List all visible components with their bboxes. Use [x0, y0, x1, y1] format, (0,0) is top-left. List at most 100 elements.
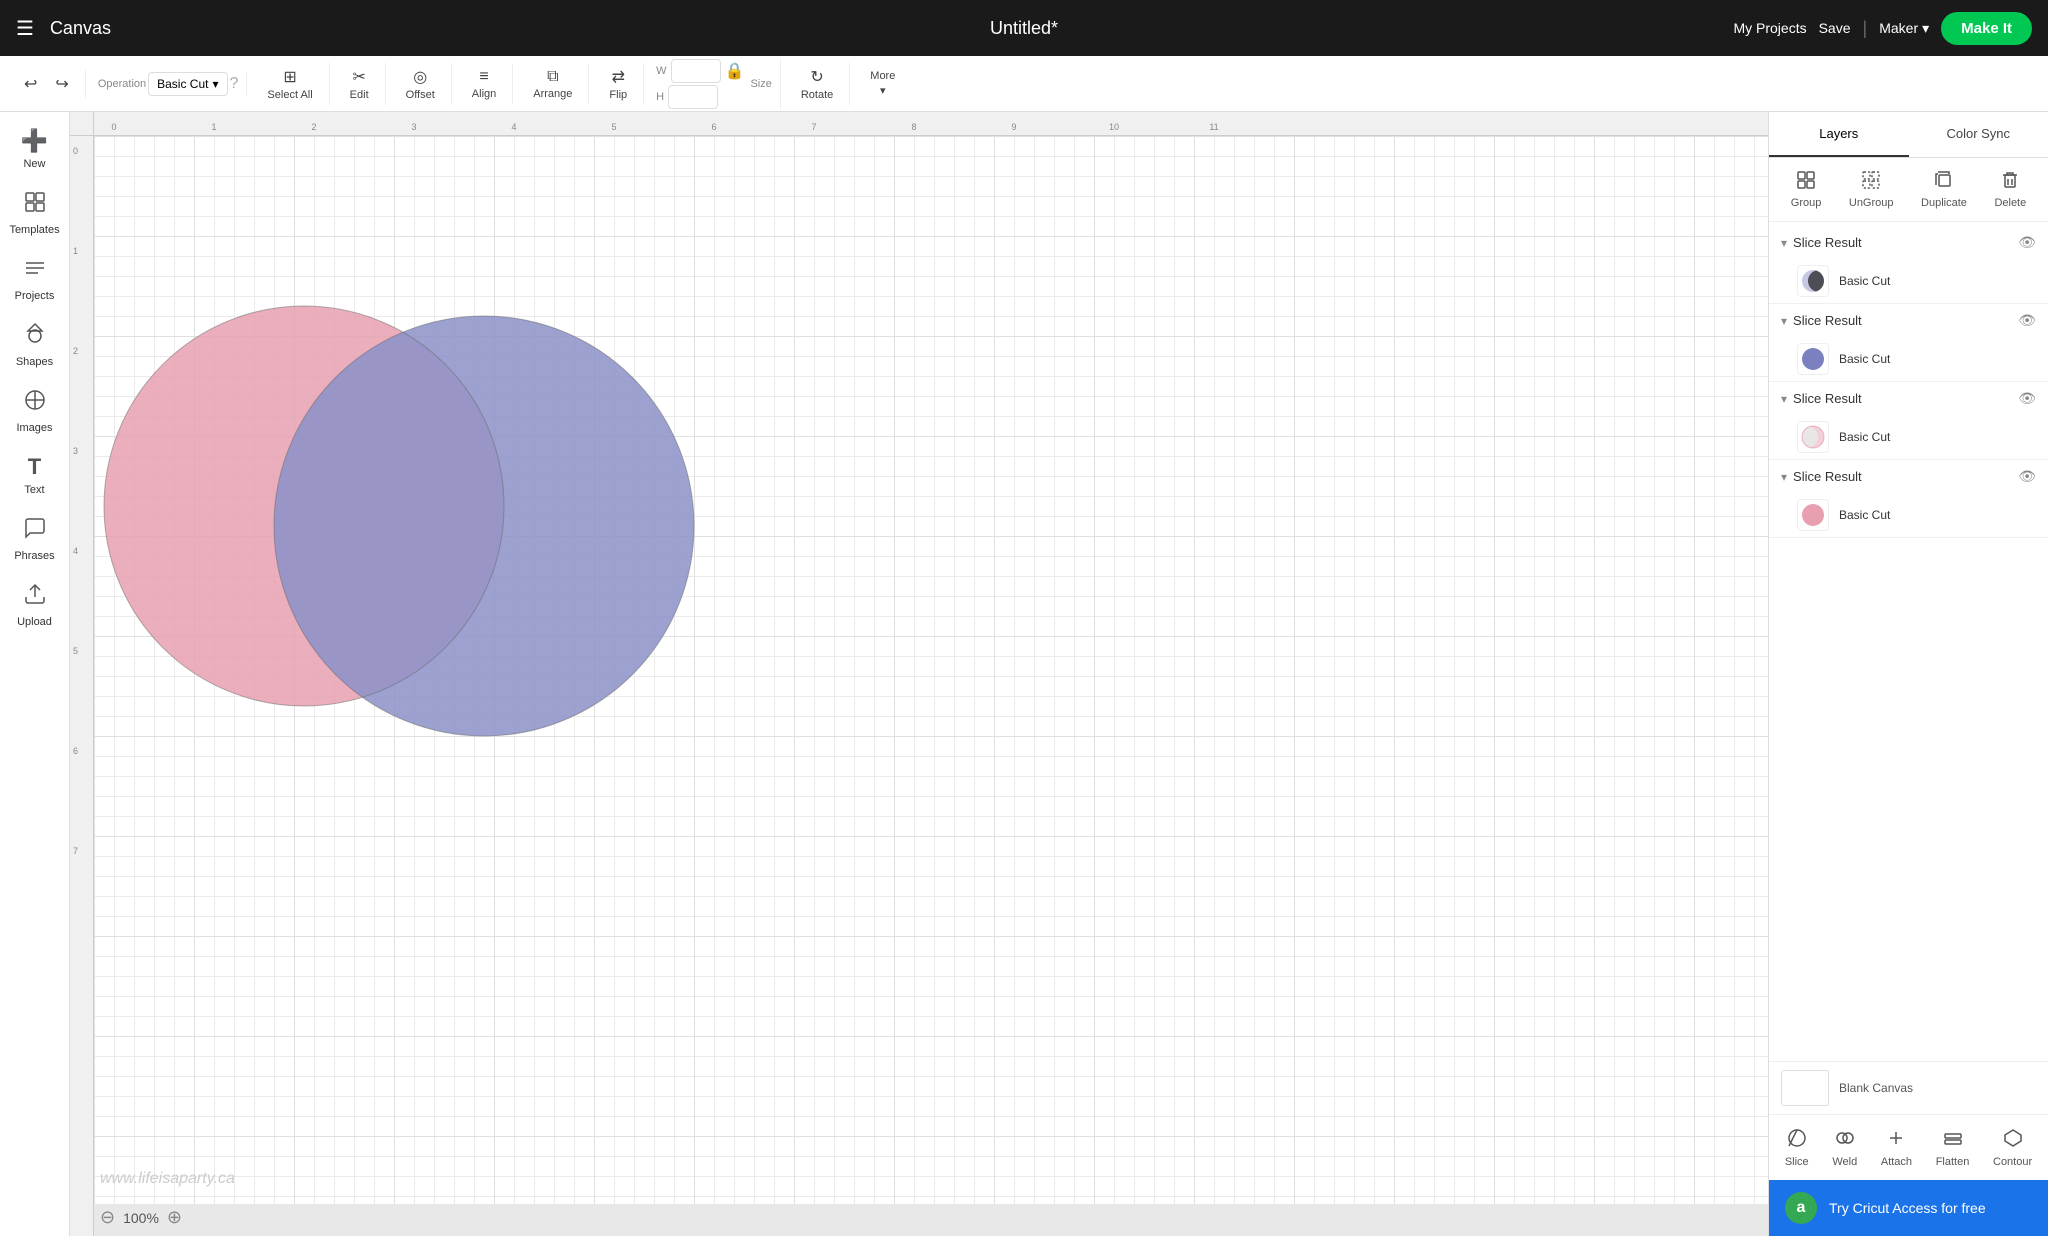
templates-icon: [23, 190, 47, 220]
eye-icon-0[interactable]: 👁: [2018, 234, 2036, 251]
width-input[interactable]: [671, 59, 721, 83]
ruler-h-tick-4: 4: [511, 122, 516, 132]
flatten-button[interactable]: Flatten: [1930, 1123, 1976, 1172]
maker-selector[interactable]: Maker ▾: [1879, 20, 1929, 37]
ruler-v-tick-1: 1: [73, 246, 78, 256]
duplicate-label: Duplicate: [1921, 197, 1967, 209]
layer-item-3[interactable]: Basic Cut: [1769, 493, 2048, 537]
select-all-button[interactable]: ⊞ Select All: [259, 63, 320, 105]
group-button[interactable]: Group: [1783, 166, 1830, 213]
sidebar-images-label: Images: [16, 422, 52, 434]
attach-button[interactable]: Attach: [1875, 1123, 1918, 1172]
sidebar-item-phrases[interactable]: Phrases: [4, 508, 66, 570]
offset-group: ◎ Offset: [390, 63, 452, 105]
flip-label: Flip: [609, 89, 627, 101]
rotate-button[interactable]: ↻ Rotate: [793, 63, 841, 105]
canvas-area[interactable]: 0 1 2 3 4 5 6 7 8 9 10 11 0 1 2 3 4 5 6 …: [70, 112, 1768, 1236]
sidebar-item-text[interactable]: T Text: [4, 446, 66, 504]
layer-thumb-2: [1797, 421, 1829, 453]
select-all-label: Select All: [267, 89, 312, 101]
tab-color-sync[interactable]: Color Sync: [1909, 112, 2048, 157]
size-group: W 🔒 H Size: [648, 59, 781, 109]
offset-button[interactable]: ◎ Offset: [398, 63, 443, 105]
layers-list: ▾ Slice Result 👁 Basic Cut: [1769, 222, 2048, 1061]
slice-button[interactable]: Slice: [1779, 1123, 1815, 1172]
ruler-v-tick-2: 2: [73, 346, 78, 356]
weld-button[interactable]: Weld: [1826, 1123, 1863, 1172]
offset-label: Offset: [406, 89, 435, 101]
sidebar-item-templates[interactable]: Templates: [4, 182, 66, 244]
left-sidebar: ➕ New Templates Projects: [0, 112, 70, 1236]
slice-header-2[interactable]: ▾ Slice Result 👁: [1769, 382, 2048, 415]
more-button[interactable]: More ▾: [862, 66, 903, 101]
size-label: Size: [750, 78, 771, 90]
sidebar-item-upload[interactable]: Upload: [4, 574, 66, 636]
flip-icon: ⇄: [612, 67, 625, 87]
ruler-h-tick-6: 6: [711, 122, 716, 132]
save-button[interactable]: Save: [1819, 20, 1851, 36]
ruler-horizontal: 0 1 2 3 4 5 6 7 8 9 10 11: [94, 112, 1768, 136]
chevron-down-icon: ▾: [880, 84, 886, 97]
sidebar-item-images[interactable]: Images: [4, 380, 66, 442]
flip-button[interactable]: ⇄ Flip: [601, 63, 635, 105]
sidebar-item-new[interactable]: ➕ New: [4, 120, 66, 178]
layer-item-2[interactable]: Basic Cut: [1769, 415, 2048, 459]
my-projects-link[interactable]: My Projects: [1733, 20, 1806, 36]
cta-banner[interactable]: a Try Cricut Access for free: [1769, 1180, 2048, 1236]
edit-group: ✂ Edit: [334, 63, 386, 105]
eye-icon-1[interactable]: 👁: [2018, 312, 2036, 329]
layer-name-3: Basic Cut: [1839, 508, 1890, 522]
slice-header-0[interactable]: ▾ Slice Result 👁: [1769, 226, 2048, 259]
contour-button[interactable]: Contour: [1987, 1123, 2038, 1172]
edit-button[interactable]: ✂ Edit: [342, 63, 377, 105]
sidebar-templates-label: Templates: [9, 224, 59, 236]
contour-label: Contour: [1993, 1156, 2032, 1168]
height-input[interactable]: [668, 85, 718, 109]
slice-title-1: Slice Result: [1793, 313, 2018, 328]
ungroup-button[interactable]: UnGroup: [1841, 166, 1902, 213]
help-icon[interactable]: ?: [230, 75, 239, 93]
layer-item-0[interactable]: Basic Cut: [1769, 259, 2048, 303]
images-icon: [23, 388, 47, 418]
arrange-icon: ⧉: [547, 68, 558, 86]
redo-button[interactable]: ↪: [47, 70, 76, 98]
arrange-button[interactable]: ⧉ Arrange: [525, 64, 580, 104]
toolbar: ↩ ↪ Operation Basic Cut ▾ ? ⊞ Select All…: [0, 56, 2048, 112]
sidebar-phrases-label: Phrases: [14, 550, 54, 562]
sidebar-new-label: New: [23, 158, 45, 170]
eye-icon-3[interactable]: 👁: [2018, 468, 2036, 485]
tab-layers[interactable]: Layers: [1769, 112, 1909, 157]
zoom-in-button[interactable]: ⊕: [167, 1207, 182, 1228]
layer-name-2: Basic Cut: [1839, 430, 1890, 444]
sidebar-item-shapes[interactable]: Shapes: [4, 314, 66, 376]
slice-header-3[interactable]: ▾ Slice Result 👁: [1769, 460, 2048, 493]
ruler-h-tick-9: 9: [1011, 122, 1016, 132]
layer-item-1[interactable]: Basic Cut: [1769, 337, 2048, 381]
slice-header-1[interactable]: ▾ Slice Result 👁: [1769, 304, 2048, 337]
hamburger-menu[interactable]: ☰: [16, 16, 34, 41]
align-button[interactable]: ≡ Align: [464, 64, 504, 104]
nav-divider: |: [1863, 18, 1868, 39]
chevron-icon-1: ▾: [1781, 314, 1787, 328]
undo-button[interactable]: ↩: [16, 70, 45, 98]
ruler-h-tick-1: 1: [211, 122, 216, 132]
bottom-actions: Slice Weld Attach: [1769, 1114, 2048, 1180]
sidebar-projects-label: Projects: [15, 290, 55, 302]
sidebar-upload-label: Upload: [17, 616, 52, 628]
duplicate-button[interactable]: Duplicate: [1913, 166, 1975, 213]
zoom-out-button[interactable]: ⊖: [100, 1207, 115, 1228]
make-it-button[interactable]: Make It: [1941, 12, 2032, 45]
document-title: Untitled*: [990, 18, 1058, 39]
slice-title-0: Slice Result: [1793, 235, 2018, 250]
eye-icon-2[interactable]: 👁: [2018, 390, 2036, 407]
ruler-v-tick-0: 0: [73, 146, 78, 156]
chevron-icon-0: ▾: [1781, 236, 1787, 250]
blank-canvas-label: Blank Canvas: [1839, 1081, 1913, 1095]
slice-icon: [1786, 1127, 1808, 1154]
canvas-label: Canvas: [50, 18, 111, 39]
sidebar-item-projects[interactable]: Projects: [4, 248, 66, 310]
delete-button[interactable]: Delete: [1986, 166, 2034, 213]
operation-select[interactable]: Basic Cut ▾: [148, 72, 227, 96]
weld-label: Weld: [1832, 1156, 1857, 1168]
sidebar-shapes-label: Shapes: [16, 356, 53, 368]
